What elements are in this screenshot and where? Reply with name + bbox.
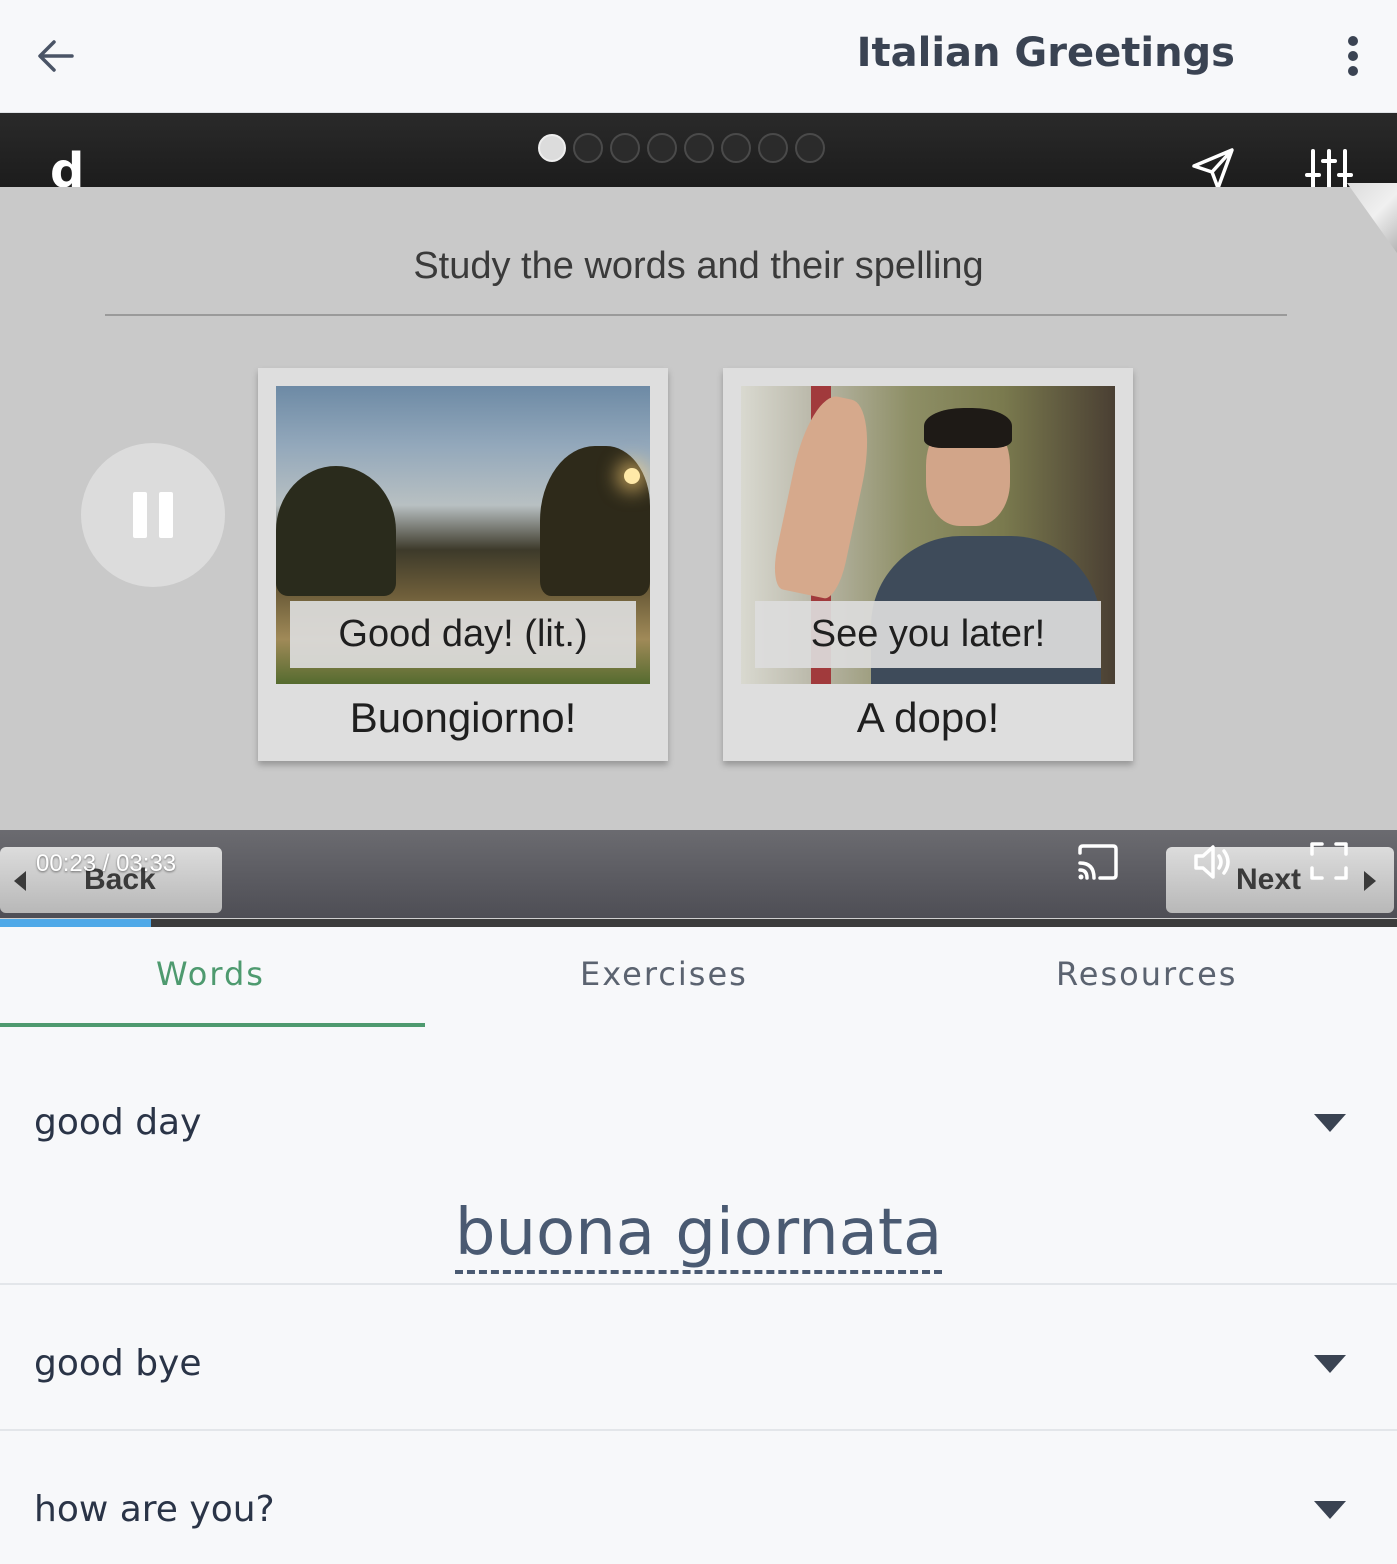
time-separator: / [102,850,110,877]
duration: 03:33 [116,850,177,877]
settings-sliders-icon[interactable] [1305,147,1353,191]
slide-instruction: Study the words and their spelling [413,245,984,287]
app-bar: Italian Greetings [0,0,1397,113]
cast-icon[interactable] [1076,843,1120,881]
flashcard-word: A dopo! [856,694,1000,741]
slide-progress-dots [538,133,825,163]
tab-words[interactable]: Words [156,955,265,993]
page-title: Italian Greetings [856,30,1235,76]
video-progress-fill [0,919,151,927]
fullscreen-icon[interactable] [1309,841,1349,881]
pause-icon [133,492,147,538]
video-progress-bar[interactable] [0,919,1397,927]
tab-bar: Words Exercises Resources [0,927,1397,1027]
slide-dot [610,133,640,163]
slide-dot [684,133,714,163]
send-icon[interactable] [1190,146,1236,192]
tab-exercises[interactable]: Exercises [580,955,748,993]
flashcard-caption: Good day! (lit.) [290,601,636,668]
list-item[interactable]: good day buona giornata [0,1030,1397,1285]
flashcard-caption: See you later! [755,601,1101,668]
list-item[interactable]: how are you? [0,1431,1397,1564]
flashcard-word: Buongiorno! [349,694,577,741]
pause-button[interactable] [81,443,225,587]
flashcard: See you later! A dopo! [723,368,1133,761]
arrow-left-icon [38,40,74,72]
slide-dot [795,133,825,163]
tab-resources[interactable]: Resources [1056,955,1237,993]
word-english: good day [34,1102,202,1143]
time-readout: 00:23 / 03:33 [36,850,176,878]
list-item[interactable]: good bye [0,1285,1397,1431]
slide-dot [647,133,677,163]
slide-dot [538,134,566,162]
divider [105,314,1287,316]
triangle-right-icon [1364,871,1376,891]
slide-dot [573,133,603,163]
back-button[interactable] [30,30,82,82]
video-control-bar: Back Next [0,830,1397,918]
triangle-left-icon [14,871,26,891]
volume-icon[interactable] [1192,843,1236,881]
more-options-button[interactable] [1331,28,1375,84]
current-time: 00:23 [36,850,97,877]
slide-dot [758,133,788,163]
chevron-down-icon[interactable] [1314,1501,1346,1519]
word-english: good bye [34,1343,202,1384]
word-translation[interactable]: buona giornata [0,1196,1397,1274]
video-player[interactable]: d Study the words and their spelling Goo… [0,113,1397,927]
slide-dot [721,133,751,163]
more-vertical-icon [1348,36,1358,46]
word-english: how are you? [34,1489,275,1530]
chevron-down-icon[interactable] [1314,1114,1346,1132]
chevron-down-icon[interactable] [1314,1355,1346,1373]
flashcard: Good day! (lit.) Buongiorno! [258,368,668,761]
active-tab-indicator [0,1023,425,1027]
